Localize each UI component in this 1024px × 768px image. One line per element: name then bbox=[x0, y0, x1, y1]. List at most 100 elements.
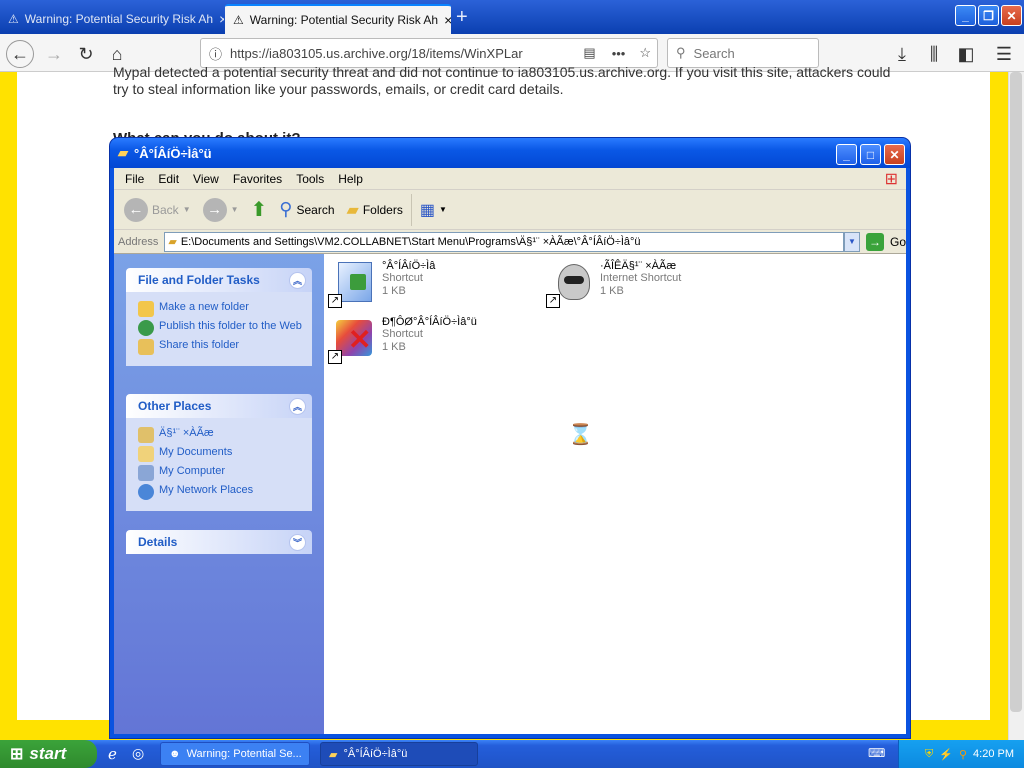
publish-web-link[interactable]: Publish this folder to the Web bbox=[138, 320, 304, 336]
restore-button[interactable]: ❐ bbox=[978, 5, 999, 26]
window-titlebar[interactable]: ▰ °Â°ÍÂíÖ÷Ìâ°ü bbox=[110, 138, 910, 168]
reload-icon[interactable]: ↻ bbox=[72, 40, 100, 68]
menu-favorites[interactable]: Favorites bbox=[226, 172, 289, 186]
taskbar-task-explorer[interactable]: ▰ °Â°ÍÂíÖ÷Ìâ°ü bbox=[320, 742, 478, 766]
reader-view-icon[interactable]: ▤ bbox=[583, 45, 595, 61]
make-new-folder-link[interactable]: Make a new folder bbox=[138, 301, 304, 317]
collapse-chevron-icon[interactable]: ︽ bbox=[289, 271, 306, 289]
dropdown-icon: ▼ bbox=[438, 205, 447, 214]
dropdown-icon: ▼ bbox=[230, 205, 239, 214]
info-icon[interactable]: ⓘ bbox=[209, 44, 222, 63]
panel-header[interactable]: Details ︾ bbox=[126, 530, 312, 554]
bookmark-star-icon[interactable]: ☆ bbox=[639, 45, 651, 61]
menu-edit[interactable]: Edit bbox=[151, 172, 186, 186]
file-item[interactable]: ↗ ·ÃÎÊÄ§¹¨ ×ÀÃæ Internet Shortcut 1 KB bbox=[546, 260, 681, 308]
up-folder-icon: ⬆ bbox=[250, 199, 268, 221]
desktop-icon bbox=[138, 427, 154, 443]
folders-icon: ▰ bbox=[346, 201, 359, 219]
browser-tabstrip: ⚠ Warning: Potential Security Risk Ah × … bbox=[0, 0, 1024, 34]
forward-button[interactable]: → ▼ bbox=[199, 194, 243, 226]
toolbar: ← Back ▼ → ▼ ⬆ ⚲ Search ▰ Folders ▦ ▼ bbox=[114, 190, 906, 230]
back-arrow-icon[interactable]: ← bbox=[6, 40, 34, 68]
file-folder-tasks-panel: File and Folder Tasks ︽ Make a new folde… bbox=[126, 268, 312, 366]
search-button[interactable]: ⚲ Search bbox=[275, 194, 338, 226]
task-label: °Â°ÍÂíÖ÷Ìâ°ü bbox=[343, 748, 408, 760]
security-shield-icon[interactable]: ⛨ bbox=[925, 748, 933, 761]
go-button[interactable]: → Go bbox=[865, 232, 906, 251]
details-panel: Details ︾ bbox=[126, 530, 312, 554]
system-tray: ⛨ ⚡ ⚲ 4:20 PM bbox=[898, 740, 1024, 768]
minimize-button[interactable]: _ bbox=[955, 5, 976, 26]
link-label: My Network Places bbox=[159, 484, 254, 496]
folder-icon: ▰ bbox=[168, 236, 177, 248]
panel-header[interactable]: Other Places ︽ bbox=[126, 394, 312, 418]
my-network-places-link[interactable]: My Network Places bbox=[138, 484, 304, 500]
browser-icon: ☻ bbox=[169, 748, 181, 760]
folder-icon: ▰ bbox=[329, 748, 338, 761]
share-folder-icon bbox=[138, 339, 154, 355]
share-folder-link[interactable]: Share this folder bbox=[138, 339, 304, 355]
minimize-button[interactable]: _ bbox=[836, 144, 857, 165]
window-title: °Â°ÍÂíÖ÷Ìâ°ü bbox=[134, 145, 212, 161]
shortcut-arrow-icon: ↗ bbox=[328, 294, 342, 308]
menu-help[interactable]: Help bbox=[331, 172, 370, 186]
my-documents-icon bbox=[138, 446, 154, 462]
close-button[interactable]: ✕ bbox=[884, 144, 905, 165]
file-type: Internet Shortcut bbox=[600, 272, 682, 284]
network-icon[interactable]: ⚡ bbox=[939, 748, 953, 761]
close-tab-icon[interactable]: × bbox=[219, 11, 224, 27]
file-size: 1 KB bbox=[382, 341, 406, 353]
close-button[interactable]: ✕ bbox=[1001, 5, 1022, 26]
file-size: 1 KB bbox=[600, 285, 624, 297]
maximize-button[interactable]: □ bbox=[860, 144, 881, 165]
taskbar: ⊞ start ℯ ◎ ☻ Warning: Potential Se... ▰… bbox=[0, 740, 1024, 768]
forward-arrow-icon[interactable]: → bbox=[40, 40, 68, 68]
quicklaunch-icon[interactable]: ◎ bbox=[132, 745, 144, 762]
explorer-window: ▰ °Â°ÍÂíÖ÷Ìâ°ü _ □ ✕ File Edit View Favo… bbox=[110, 138, 910, 738]
uninstall-shortcut-icon: ✕ ↗ bbox=[328, 316, 376, 364]
panel-header[interactable]: File and Folder Tasks ︽ bbox=[126, 268, 312, 292]
panel-title: Other Places bbox=[138, 399, 212, 413]
link-label: My Computer bbox=[159, 465, 226, 477]
file-item[interactable]: ✕ ↗ Ð¶ÔØ°Â°ÍÂíÖ÷Ìâ°ü Shortcut 1 KB bbox=[328, 316, 477, 364]
my-computer-link[interactable]: My Computer bbox=[138, 465, 304, 481]
my-documents-link[interactable]: My Documents bbox=[138, 446, 304, 462]
search-tray-icon[interactable]: ⚲ bbox=[959, 748, 967, 761]
network-places-icon bbox=[138, 484, 154, 500]
internet-explorer-icon[interactable]: ℯ bbox=[108, 745, 117, 763]
link-label: Make a new folder bbox=[159, 301, 249, 313]
sidebar-icon[interactable]: ◧ bbox=[952, 40, 980, 68]
library-icon[interactable]: ⫼ bbox=[920, 40, 948, 68]
start-button[interactable]: ⊞ start bbox=[0, 740, 97, 768]
file-list: ↗ °Â°ÍÂíÖ÷Ìâ Shortcut 1 KB ↗ ·ÃÎÊÄ§¹¨ ×À… bbox=[324, 254, 906, 734]
close-tab-icon[interactable]: × bbox=[444, 12, 451, 28]
menu-file[interactable]: File bbox=[118, 172, 151, 186]
views-button[interactable]: ▦ ▼ bbox=[410, 193, 451, 226]
expand-chevron-icon[interactable]: ︾ bbox=[289, 533, 306, 551]
browser-tab-2[interactable]: ⚠ Warning: Potential Security Risk Ah × bbox=[225, 4, 451, 34]
address-dropdown-icon[interactable]: ▼ bbox=[844, 231, 860, 252]
address-field[interactable]: ▰ E:\Documents and Settings\VM2.COLLABNE… bbox=[164, 231, 845, 252]
scrollbar-thumb[interactable] bbox=[1010, 72, 1022, 712]
browser-tab-1[interactable]: ⚠ Warning: Potential Security Risk Ah × bbox=[0, 4, 224, 34]
back-button[interactable]: ← Back ▼ bbox=[120, 194, 195, 226]
new-tab-icon[interactable]: + bbox=[456, 6, 468, 29]
folders-label: Folders bbox=[362, 202, 403, 217]
windows-flag-icon: ⊞ bbox=[10, 746, 24, 763]
shortcut-arrow-icon: ↗ bbox=[546, 294, 560, 308]
menu-icon[interactable]: ☰ bbox=[990, 40, 1018, 68]
clock[interactable]: 4:20 PM bbox=[973, 748, 1014, 760]
place-desktop-link[interactable]: Ä§¹¨ ×ÀÃæ bbox=[138, 427, 304, 443]
menu-view[interactable]: View bbox=[186, 172, 226, 186]
keyboard-icon[interactable]: ⌨ bbox=[868, 746, 885, 760]
menu-tools[interactable]: Tools bbox=[289, 172, 331, 186]
taskbar-task-browser[interactable]: ☻ Warning: Potential Se... bbox=[160, 742, 310, 766]
collapse-chevron-icon[interactable]: ︽ bbox=[289, 397, 306, 415]
page-actions-icon[interactable]: ••• bbox=[612, 46, 626, 61]
up-folder-button[interactable]: ⬆ bbox=[247, 194, 272, 226]
go-arrow-icon: → bbox=[865, 232, 884, 251]
file-item[interactable]: ↗ °Â°ÍÂíÖ÷Ìâ Shortcut 1 KB bbox=[328, 260, 435, 308]
views-icon: ▦ bbox=[419, 201, 435, 219]
folders-button[interactable]: ▰ Folders bbox=[343, 194, 407, 226]
warning-text: Mypal detected a potential security thre… bbox=[113, 64, 891, 97]
